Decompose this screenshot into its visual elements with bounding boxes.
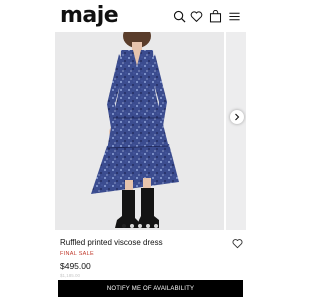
site-header: maje (55, 0, 246, 32)
product-page: maje Ruffled printed viscose dress FINAL… (55, 0, 246, 300)
pagination-dot[interactable] (153, 224, 158, 228)
product-title: Ruffled printed viscose dress (60, 238, 163, 247)
final-sale-badge: FINAL SALE (60, 251, 94, 257)
pagination-dot[interactable] (121, 224, 126, 228)
bag-icon[interactable] (209, 10, 222, 23)
brand-logo[interactable]: maje (60, 3, 119, 29)
menu-icon[interactable] (228, 10, 241, 23)
search-icon[interactable] (173, 10, 186, 23)
gallery-pagination (55, 224, 224, 228)
chevron-right-icon[interactable] (230, 110, 244, 124)
notify-availability-button[interactable]: NOTIFY ME OF AVAILABILITY (58, 280, 243, 297)
original-price: $1,185.00 (60, 273, 81, 278)
next-image-preview[interactable] (226, 32, 246, 230)
add-to-wishlist-heart-icon[interactable] (232, 238, 243, 249)
heart-icon[interactable] (190, 10, 203, 23)
pagination-dot[interactable] (137, 224, 142, 228)
product-image[interactable] (55, 32, 224, 230)
dress-model-illustration (91, 32, 179, 228)
pagination-dot[interactable] (129, 224, 134, 228)
pagination-dot[interactable] (145, 224, 150, 228)
product-price: $495.00 (60, 261, 91, 271)
